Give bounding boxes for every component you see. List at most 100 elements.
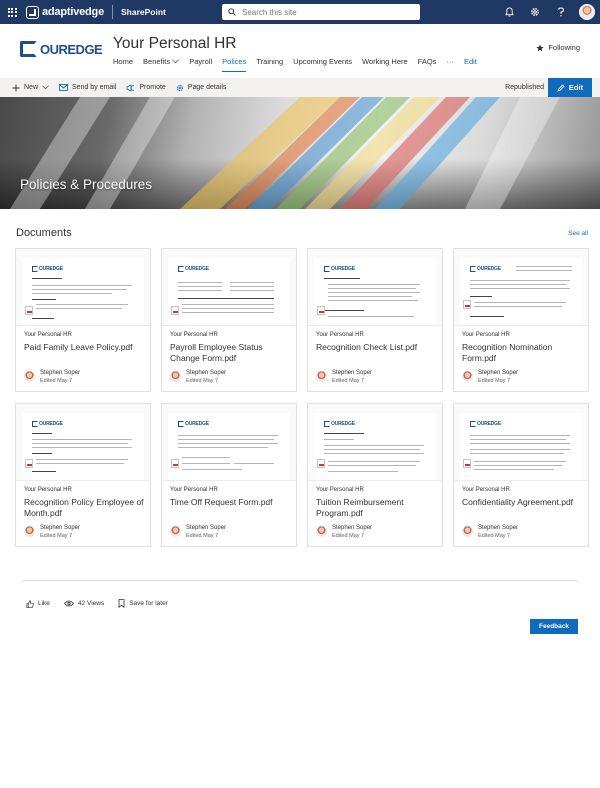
document-title[interactable]: Payroll Employee Status Change Form.pdf [170,342,292,363]
thumbnail-logo-text: OUREDGE [331,266,355,272]
document-site: Your Personal HR [316,487,364,493]
site-search-box[interactable] [222,4,420,20]
page-details-label: Page details [187,84,227,91]
nav-faqs[interactable]: FAQs [413,55,442,69]
search-input[interactable] [242,7,402,17]
new-button[interactable]: New [12,78,49,97]
notifications-button[interactable] [496,0,522,24]
brand-logo[interactable]: adaptivedge [26,0,104,24]
document-author: Stephen Soper Edited May 7 [24,525,80,540]
document-author: Stephen Soper Edited May 7 [316,525,372,540]
app-launcher-button[interactable] [0,0,24,24]
document-thumbnail: OUREDGE [308,249,442,326]
nav-working-here[interactable]: Working Here [357,55,413,69]
feedback-button[interactable]: Feedback [530,619,578,634]
edited-date: Edited May 7 [186,532,219,539]
page-details-button[interactable]: Page details [176,78,227,97]
edit-page-button[interactable]: Edit [548,78,592,97]
document-thumbnail: OUREDGE [454,404,588,481]
author-name: Stephen Soper [40,525,81,531]
edited-date: Edited May 7 [332,377,365,384]
chevron-down-icon [172,59,180,64]
document-title[interactable]: Confidentiality Agreement.pdf [462,497,584,508]
author-name: Stephen Soper [478,370,519,376]
document-title[interactable]: Tuition Reimbursement Program.pdf [316,497,438,518]
thumbnail-logo-icon [32,266,38,272]
document-thumbnail: OUREDGE [16,249,150,326]
nav-training[interactable]: Training [251,55,288,69]
adaptivedge-logo-icon [26,5,39,19]
nav-home[interactable]: Home [113,55,138,69]
footer-divider [22,580,578,581]
publish-status: Republished [505,84,544,91]
app-name-link[interactable]: SharePoint [121,7,166,17]
nav-edit-link[interactable]: Edit [459,55,482,69]
thumbnail-logo: OUREDGE [324,421,355,427]
mail-icon [59,84,68,91]
send-by-email-button[interactable]: Send by email [59,78,116,97]
document-title[interactable]: Recognition Policy Employee of Month.pdf [24,497,146,518]
nav-polices[interactable]: Polices [217,55,251,72]
document-title[interactable]: Time Off Request Form.pdf [170,497,292,508]
pdf-page-preview: OUREDGE [460,413,582,480]
document-card[interactable]: OUREDGE Your Personal HR Recognition Nom… [453,248,589,392]
thumbnail-logo-icon [178,266,184,272]
document-title[interactable]: Recognition Check List.pdf [316,342,438,353]
author-name: Stephen Soper [332,370,373,376]
promote-button[interactable]: Promote [126,78,166,97]
thumbnail-logo-icon [470,421,476,427]
account-button[interactable] [574,0,600,24]
nav-payroll[interactable]: Payroll [184,55,217,69]
nav-upcoming-events[interactable]: Upcoming Events [288,55,357,69]
nav-benefits[interactable]: Benefits [138,55,184,69]
document-site: Your Personal HR [316,332,364,338]
document-title[interactable]: Recognition Nomination Form.pdf [462,342,584,363]
thumbnail-logo: OUREDGE [32,266,63,272]
document-card[interactable]: OUREDGE Your Personal HR Tuition Reimbur… [307,403,443,547]
document-card[interactable]: OUREDGE Your Personal HR Confidentiality… [453,403,589,547]
documents-heading: Documents [16,227,72,239]
thumbnail-logo: OUREDGE [470,266,501,272]
document-thumbnail: OUREDGE [162,249,296,326]
site-logo-text: OUREDGE [40,41,103,57]
document-card[interactable]: OUREDGE Your Personal HR Paid Family Lea… [15,248,151,392]
send-by-email-label: Send by email [72,84,117,91]
save-for-later-button[interactable]: Save for later [118,599,168,608]
nav-more-button[interactable]: ··· [441,55,459,69]
thumbnail-logo: OUREDGE [178,266,209,272]
settings-button[interactable] [522,0,548,24]
avatar [462,526,473,537]
thumbnail-logo-icon [324,266,330,272]
site-navigation: Home Benefits Payroll Polices Training U… [113,55,482,72]
eye-icon [63,600,74,607]
help-button[interactable] [548,0,574,24]
document-card[interactable]: OUREDGE Your Personal HR Recognition Che… [307,248,443,392]
document-author: Stephen Soper Edited May 7 [462,370,518,385]
bookmark-icon [118,599,125,608]
site-title[interactable]: Your Personal HR [113,35,237,53]
document-card[interactable]: OUREDGE Your Personal HR Recognition Pol… [15,403,151,547]
edited-date: Edited May 7 [40,377,73,384]
pdf-page-preview: OUREDGE [460,258,582,325]
edited-date: Edited May 7 [332,532,365,539]
see-all-link[interactable]: See all [568,230,588,237]
document-card[interactable]: OUREDGE Your Personal HR Payroll Employe… [161,248,297,392]
pdf-file-icon [317,306,325,315]
document-author: Stephen Soper Edited May 7 [316,370,372,385]
thumbnail-logo-icon [470,266,476,272]
thumbnail-logo: OUREDGE [470,421,501,427]
avatar [170,526,181,537]
pdf-file-icon [463,300,471,309]
like-button[interactable]: Like [26,599,50,608]
suite-icons [496,0,600,24]
avatar [579,4,595,20]
hero-background-image [10,97,560,209]
document-title[interactable]: Paid Family Leave Policy.pdf [24,342,146,353]
following-button[interactable]: Following [536,43,580,52]
gear-icon [531,8,539,16]
document-card[interactable]: OUREDGE Your Personal HR Time Off Reques… [161,403,297,547]
site-logo[interactable]: OUREDGE [20,41,103,57]
pencil-icon [557,83,565,92]
ouredge-logo-icon [20,41,37,57]
like-label: Like [38,600,50,607]
